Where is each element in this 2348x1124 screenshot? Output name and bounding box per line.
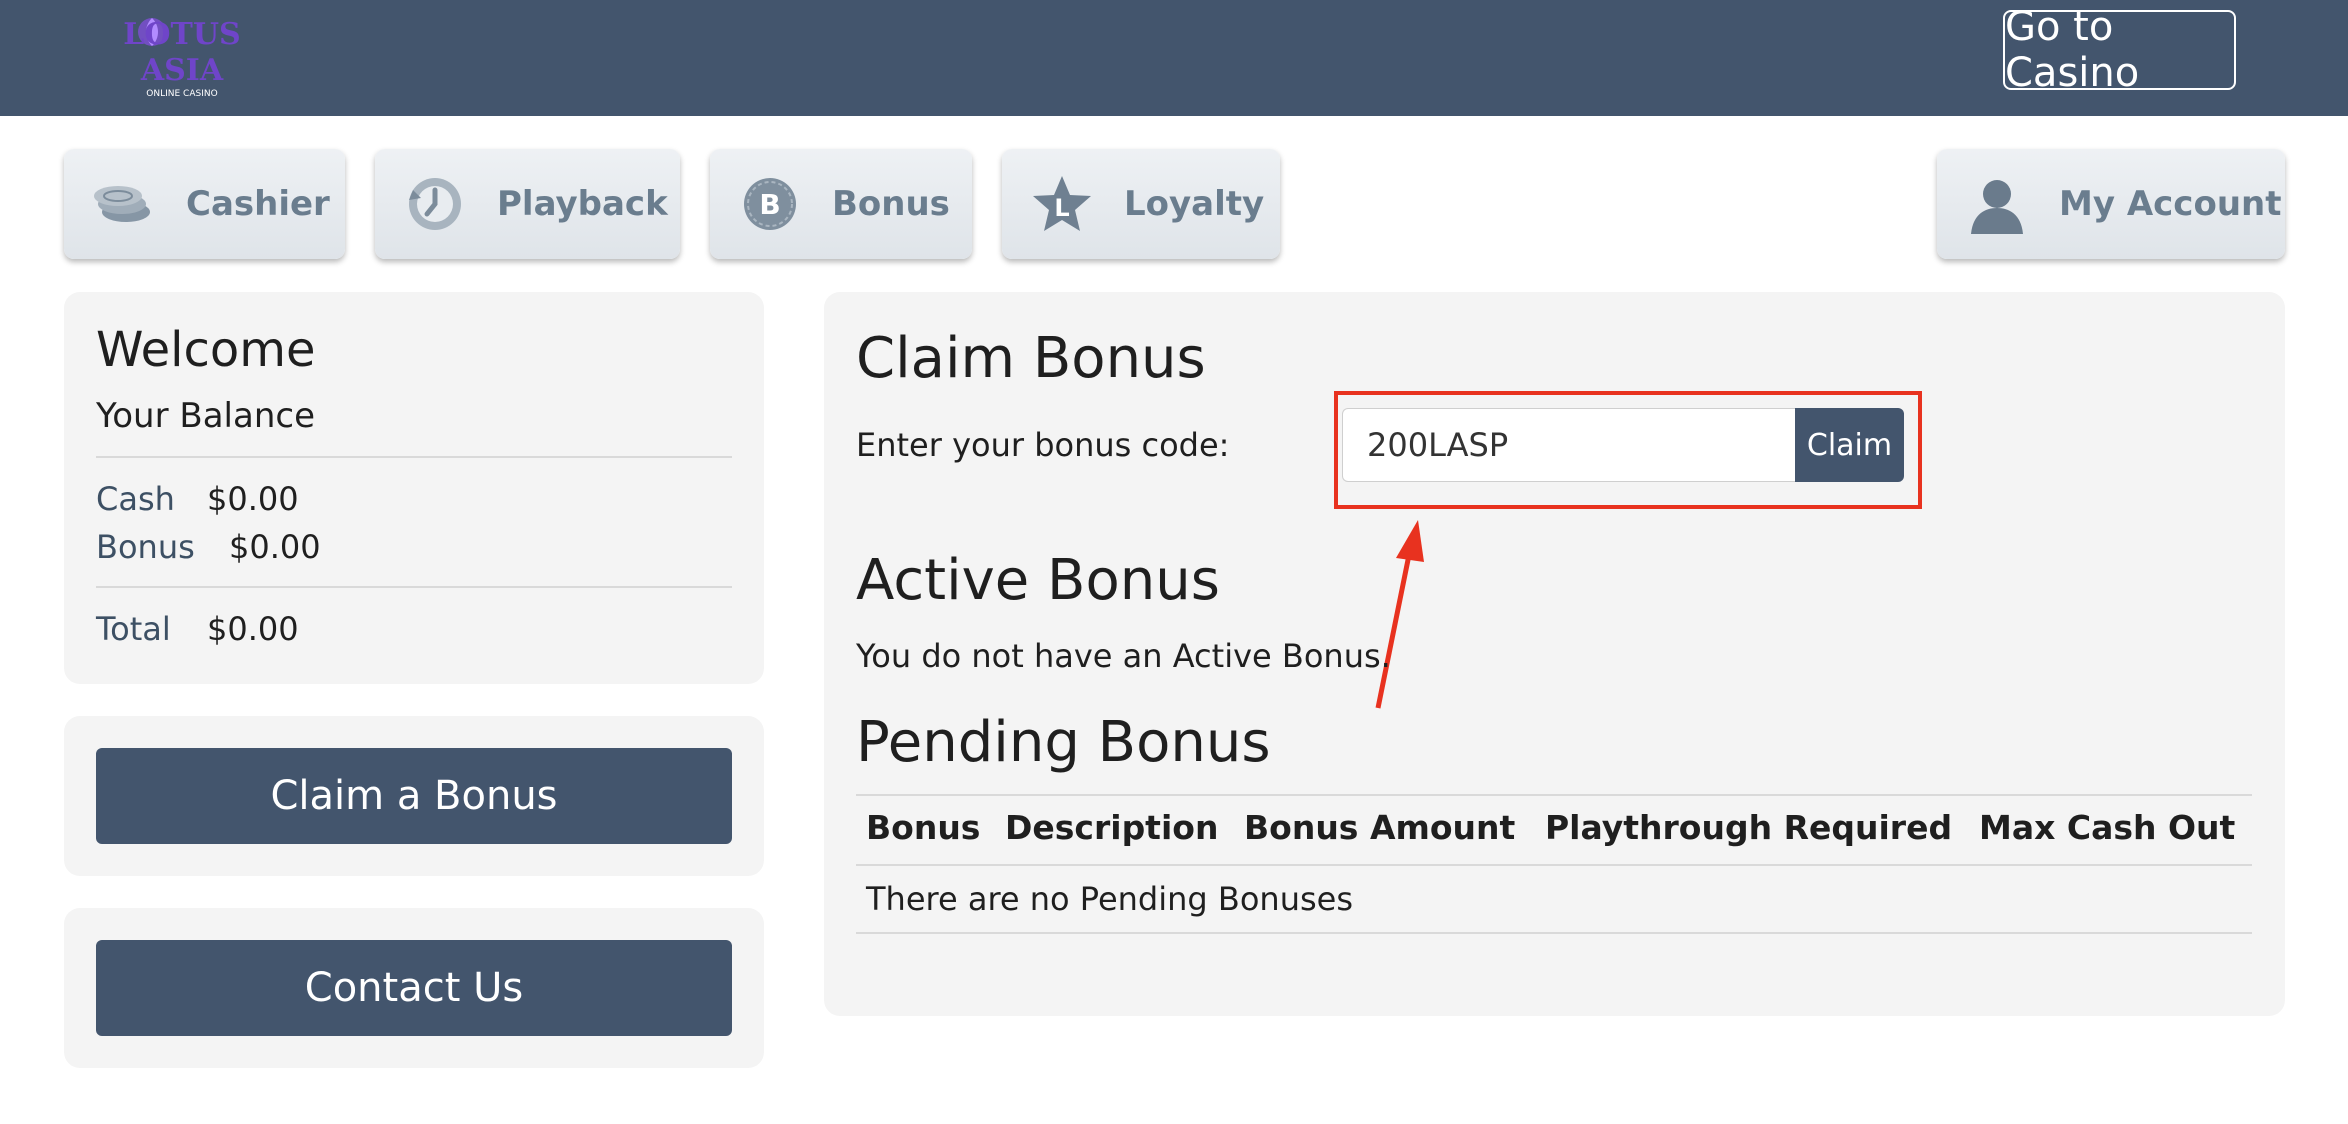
cash-value: $0.00 <box>207 480 299 518</box>
svg-text:ONLINE CASINO: ONLINE CASINO <box>146 89 217 99</box>
claim-a-bonus-button[interactable]: Claim a Bonus <box>96 748 732 844</box>
user-account-icon <box>1971 180 2023 234</box>
pending-bonus-empty-message: There are no Pending Bonuses <box>866 880 1353 918</box>
nav-cashier-label: Cashier <box>186 184 330 224</box>
nav-bonus-label: Bonus <box>832 184 950 224</box>
highlight-box <box>1334 391 1922 509</box>
nav-my-account-button[interactable]: My Account <box>1937 149 2285 259</box>
annotation-arrow <box>1375 520 1424 709</box>
top-bar: LOTUS ASIA ONLINE CASINO Go to Casino <box>0 0 2348 116</box>
nav-playback-button[interactable]: Playback <box>375 149 680 259</box>
contact-us-button[interactable]: Contact Us <box>96 940 732 1036</box>
table-top-border <box>856 794 2252 796</box>
total-value: $0.00 <box>207 610 299 648</box>
nav-my-account-label: My Account <box>2059 184 2282 224</box>
column-header-bonus-amount: Bonus Amount <box>1244 808 1516 847</box>
active-bonus-message: You do not have an Active Bonus. <box>856 637 1391 675</box>
total-label: Total <box>96 610 171 648</box>
bonus-balance-value: $0.00 <box>229 528 321 566</box>
bonus-badge-icon: B <box>744 178 796 230</box>
bonus-balance-label: Bonus <box>96 528 195 566</box>
column-header-bonus: Bonus <box>866 808 981 847</box>
balance-divider-top <box>96 456 732 458</box>
cash-label: Cash <box>96 480 175 518</box>
nav-loyalty-button[interactable]: L Loyalty <box>1002 149 1280 259</box>
playback-history-icon <box>409 178 461 230</box>
cashier-coins-icon <box>94 186 150 222</box>
claim-bonus-title: Claim Bonus <box>856 326 1206 391</box>
loyalty-star-icon: L <box>1033 176 1091 231</box>
table-bottom-border <box>856 932 2252 934</box>
balance-divider-bottom <box>96 586 732 588</box>
bonus-code-prompt: Enter your bonus code: <box>856 426 1230 464</box>
welcome-title: Welcome <box>96 322 316 378</box>
table-header-border <box>856 864 2252 866</box>
svg-text:B: B <box>759 188 780 221</box>
nav-bonus-button[interactable]: B Bonus <box>710 149 972 259</box>
active-bonus-title: Active Bonus <box>856 548 1220 613</box>
go-to-casino-button[interactable]: Go to Casino <box>2003 4 2236 96</box>
column-header-max-cash-out: Max Cash Out <box>1979 808 2236 847</box>
nav-playback-label: Playback <box>497 184 668 224</box>
column-header-description: Description <box>1005 808 1219 847</box>
pending-bonus-title: Pending Bonus <box>856 710 1271 775</box>
svg-text:ASIA: ASIA <box>140 53 224 88</box>
nav-loyalty-label: Loyalty <box>1124 184 1265 224</box>
nav-cashier-button[interactable]: Cashier <box>64 149 345 259</box>
column-header-playthrough-required: Playthrough Required <box>1545 808 1953 847</box>
balance-subtitle: Your Balance <box>96 396 315 436</box>
lotus-asia-logo[interactable]: LOTUS ASIA ONLINE CASINO <box>108 6 256 102</box>
svg-text:LOTUS: LOTUS <box>123 17 240 52</box>
svg-text:L: L <box>1054 194 1069 222</box>
